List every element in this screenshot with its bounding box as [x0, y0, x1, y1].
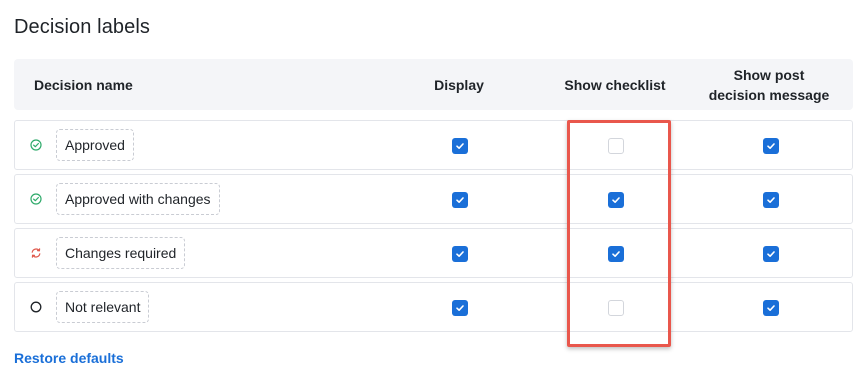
table-row: Approved with changes — [14, 174, 853, 224]
circle-icon — [29, 300, 43, 314]
decision-label-field[interactable]: Changes required — [56, 237, 186, 269]
show-post-decision-message-checkbox[interactable] — [763, 138, 779, 154]
show-checklist-checkbox[interactable] — [608, 138, 624, 154]
restore-defaults-link[interactable]: Restore defaults — [14, 350, 124, 366]
column-header-decision-name: Decision name — [34, 76, 133, 93]
table-row: Not relevant — [14, 282, 853, 332]
column-header-show-checklist: Show checklist — [564, 76, 666, 93]
show-post-decision-message-checkbox[interactable] — [763, 246, 779, 262]
show-checklist-checkbox[interactable] — [608, 300, 624, 316]
display-checkbox[interactable] — [452, 246, 468, 262]
decision-label-field[interactable]: Not relevant — [56, 291, 150, 323]
refresh-icon — [29, 246, 43, 260]
table-header: Decision name Display Show checklist Sho… — [14, 59, 853, 110]
display-checkbox[interactable] — [452, 192, 468, 208]
display-checkbox[interactable] — [452, 138, 468, 154]
page-title: Decision labels — [14, 16, 151, 38]
show-checklist-checkbox[interactable] — [608, 192, 624, 208]
show-post-decision-message-checkbox[interactable] — [763, 300, 779, 316]
column-header-display: Display — [434, 76, 484, 93]
decision-label-field[interactable]: Approved — [56, 129, 134, 161]
check-circle-icon — [29, 192, 43, 206]
show-checklist-checkbox[interactable] — [608, 246, 624, 262]
table-row: Changes required — [14, 228, 853, 278]
check-circle-icon — [29, 138, 43, 152]
decision-label-field[interactable]: Approved with changes — [56, 183, 220, 215]
show-post-decision-message-checkbox[interactable] — [763, 192, 779, 208]
display-checkbox[interactable] — [452, 300, 468, 316]
column-header-show-post-decision-message: Show post decision message — [708, 66, 830, 103]
table-row: Approved — [14, 120, 853, 170]
